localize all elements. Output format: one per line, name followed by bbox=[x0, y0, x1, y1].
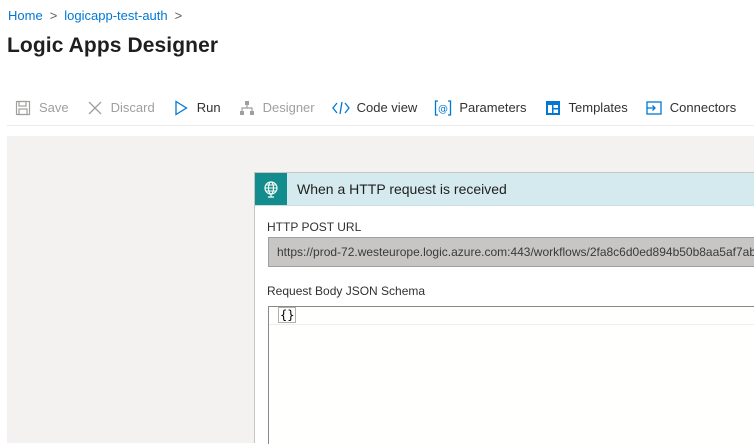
breadcrumb-separator: > bbox=[49, 8, 58, 23]
page-title: Logic Apps Designer bbox=[7, 34, 219, 57]
schema-editor-line bbox=[269, 307, 754, 325]
breadcrumb-home[interactable]: Home bbox=[8, 8, 43, 23]
schema-label: Request Body JSON Schema bbox=[267, 284, 426, 298]
code-icon bbox=[331, 99, 350, 117]
designer-button[interactable]: Designer bbox=[238, 92, 321, 124]
code-view-label: Code view bbox=[356, 100, 418, 115]
toolbar: Save Discard Run Designer Code view @ Pa… bbox=[0, 92, 754, 124]
breadcrumb-logicapp[interactable]: logicapp-test-auth bbox=[64, 8, 167, 23]
schema-value: {} bbox=[277, 307, 297, 323]
http-post-url-label: HTTP POST URL bbox=[267, 220, 362, 234]
hierarchy-icon bbox=[238, 99, 256, 117]
close-icon bbox=[86, 99, 104, 117]
toolbar-divider bbox=[7, 125, 754, 126]
save-button[interactable]: Save bbox=[14, 92, 75, 124]
http-trigger-card: When a HTTP request is received HTTP POS… bbox=[254, 172, 754, 444]
save-icon bbox=[14, 99, 32, 117]
connectors-label: Connectors bbox=[669, 100, 737, 115]
run-label: Run bbox=[196, 100, 221, 115]
connector-icon bbox=[645, 99, 663, 117]
schema-code: {} bbox=[277, 307, 297, 323]
discard-label: Discard bbox=[110, 100, 155, 115]
discard-button[interactable]: Discard bbox=[86, 92, 161, 124]
schema-editor[interactable]: {} bbox=[268, 306, 754, 444]
code-view-button[interactable]: Code view bbox=[331, 92, 424, 124]
templates-label: Templates bbox=[568, 100, 628, 115]
run-button[interactable]: Run bbox=[172, 92, 227, 124]
parameters-button[interactable]: @ Parameters bbox=[434, 92, 532, 124]
globe-request-icon bbox=[255, 173, 287, 205]
breadcrumb: Home > logicapp-test-auth > bbox=[8, 8, 189, 23]
play-icon bbox=[172, 99, 190, 117]
svg-text:@: @ bbox=[438, 104, 448, 115]
template-icon bbox=[544, 99, 562, 117]
breadcrumb-separator: > bbox=[174, 8, 183, 23]
trigger-card-title: When a HTTP request is received bbox=[297, 181, 507, 197]
trigger-card-header[interactable]: When a HTTP request is received bbox=[255, 173, 754, 206]
save-label: Save bbox=[39, 100, 69, 115]
at-icon: @ bbox=[434, 99, 452, 117]
connectors-button[interactable]: Connectors bbox=[645, 92, 742, 124]
http-post-url-field[interactable]: https://prod-72.westeurope.logic.azure.c… bbox=[268, 237, 754, 267]
designer-label: Designer bbox=[262, 100, 315, 115]
parameters-label: Parameters bbox=[459, 100, 527, 115]
templates-button[interactable]: Templates bbox=[544, 92, 634, 124]
